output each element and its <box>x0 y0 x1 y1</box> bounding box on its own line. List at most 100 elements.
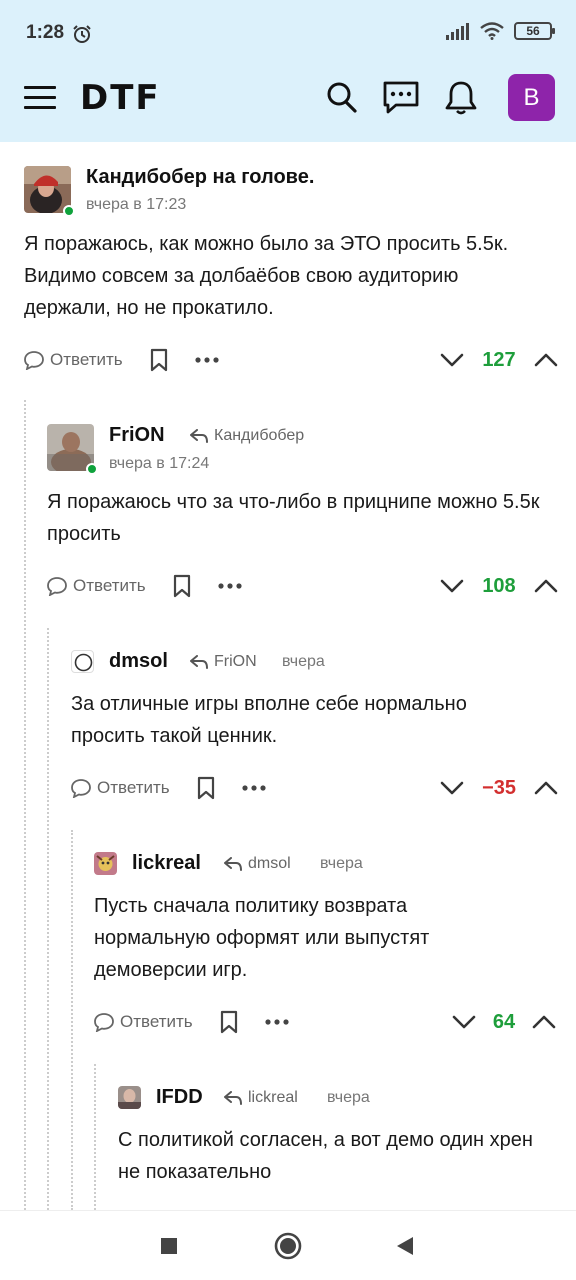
author-avatar[interactable] <box>71 650 94 673</box>
reply-to-name: lickreal <box>248 1089 298 1106</box>
more-button[interactable] <box>265 1019 289 1025</box>
status-bar: 1:28 56 <box>0 0 576 68</box>
user-avatar[interactable]: В <box>508 74 555 121</box>
downvote-icon[interactable] <box>440 780 464 796</box>
system-nav-bar <box>0 1210 576 1280</box>
comment-date[interactable]: вчера <box>282 653 325 671</box>
reply-icon <box>94 1013 114 1032</box>
reply-arrow-icon <box>224 857 242 871</box>
comment-text: С политикой согласен, а вот демо один хр… <box>118 1129 533 1183</box>
comment-date[interactable]: вчера в 17:23 <box>86 196 186 214</box>
bookmark-icon <box>220 1010 237 1034</box>
thread-line <box>47 628 49 1210</box>
reply-to-name: dmsol <box>248 855 291 872</box>
messages-icon[interactable] <box>382 80 420 116</box>
more-icon <box>265 1019 289 1025</box>
downvote-icon[interactable] <box>440 578 464 594</box>
comment-actions: Ответить <box>71 773 266 803</box>
author-avatar[interactable] <box>94 852 117 875</box>
bookmark-icon <box>173 574 190 598</box>
more-icon <box>218 583 242 589</box>
bookmark-icon <box>197 776 214 800</box>
vote-controls: 64 <box>452 1007 556 1037</box>
reply-icon <box>24 351 44 370</box>
more-icon <box>242 785 266 791</box>
alarm-icon <box>73 25 91 43</box>
reply-to[interactable]: Кандибобер <box>190 427 304 445</box>
vote-controls: −35 <box>440 773 558 803</box>
search-icon[interactable] <box>326 80 358 114</box>
thread-line <box>71 830 73 1210</box>
comment-text: Пусть сначала политику возврата нормальн… <box>94 895 430 981</box>
downvote-icon[interactable] <box>440 352 464 368</box>
vote-count: 127 <box>482 348 516 371</box>
notifications-icon[interactable] <box>444 80 478 116</box>
menu-icon[interactable] <box>24 86 56 112</box>
vote-count: −35 <box>482 776 516 799</box>
logo[interactable]: DTF <box>80 78 161 118</box>
battery-indicator: 56 <box>514 22 555 40</box>
comment-author[interactable]: lickreal <box>132 852 201 875</box>
upvote-icon[interactable] <box>532 1014 556 1030</box>
upvote-icon[interactable] <box>534 578 558 594</box>
comment-text: Я поражаюсь что за что-либо в прицнипе м… <box>47 491 540 545</box>
reply-to[interactable]: lickreal <box>224 1089 298 1107</box>
thread-line <box>94 1064 96 1210</box>
bookmark-button[interactable] <box>172 574 192 598</box>
reply-to[interactable]: dmsol <box>224 855 291 873</box>
comment-text: За отличные игры вполне себе нормально п… <box>71 693 467 747</box>
online-indicator <box>63 205 75 217</box>
bookmark-button[interactable] <box>219 1010 239 1034</box>
recents-icon[interactable] <box>160 1237 178 1255</box>
more-button[interactable] <box>218 583 242 589</box>
comment-author[interactable]: FriON <box>109 424 165 447</box>
bookmark-icon <box>150 348 167 372</box>
comment-author[interactable]: Кандибобер на голове. <box>86 166 314 189</box>
wifi-icon <box>480 22 504 40</box>
online-indicator <box>86 463 98 475</box>
comment-actions: Ответить <box>94 1007 289 1037</box>
comment-actions: Ответить <box>47 571 242 601</box>
more-button[interactable] <box>242 785 266 791</box>
reply-arrow-icon <box>190 429 208 443</box>
comment-author[interactable]: IFDD <box>156 1086 203 1109</box>
reply-to-name: Кандибобер <box>214 427 305 444</box>
author-avatar[interactable] <box>118 1086 141 1109</box>
vote-count: 64 <box>492 1010 516 1033</box>
signal-icon <box>446 23 469 40</box>
app-header: 1:28 56 DTF В <box>0 0 576 142</box>
comment-date[interactable]: вчера <box>327 1089 370 1107</box>
vote-controls: 108 <box>440 571 558 601</box>
reply-label: Ответить <box>120 1012 193 1031</box>
reply-button[interactable]: Ответить <box>24 350 123 370</box>
comment-author[interactable]: dmsol <box>109 650 168 673</box>
upvote-icon[interactable] <box>534 780 558 796</box>
reply-to[interactable]: FriON <box>190 653 257 671</box>
more-icon <box>195 357 219 363</box>
status-time: 1:28 <box>26 22 65 43</box>
comment-date[interactable]: вчера <box>320 855 363 873</box>
bookmark-button[interactable] <box>196 776 216 800</box>
thread-line <box>24 400 26 1210</box>
back-icon[interactable] <box>396 1236 414 1256</box>
upvote-icon[interactable] <box>534 352 558 368</box>
home-icon[interactable] <box>274 1232 302 1260</box>
reply-button[interactable]: Ответить <box>47 576 146 596</box>
reply-arrow-icon <box>224 1091 242 1105</box>
reply-label: Ответить <box>97 778 170 797</box>
more-button[interactable] <box>195 357 219 363</box>
reply-button[interactable]: Ответить <box>94 1012 193 1032</box>
reply-button[interactable]: Ответить <box>71 778 170 798</box>
vote-count: 108 <box>482 574 516 597</box>
reply-icon <box>47 577 67 596</box>
reply-label: Ответить <box>73 576 146 595</box>
reply-label: Ответить <box>50 350 123 369</box>
reply-to-name: FriON <box>214 653 257 670</box>
app-bar: DTF В <box>0 68 576 142</box>
comment-date[interactable]: вчера в 17:24 <box>109 455 209 473</box>
vote-controls: 127 <box>440 345 558 375</box>
reply-arrow-icon <box>190 655 208 669</box>
downvote-icon[interactable] <box>452 1014 476 1030</box>
bookmark-button[interactable] <box>149 348 169 372</box>
reply-icon <box>71 779 91 798</box>
